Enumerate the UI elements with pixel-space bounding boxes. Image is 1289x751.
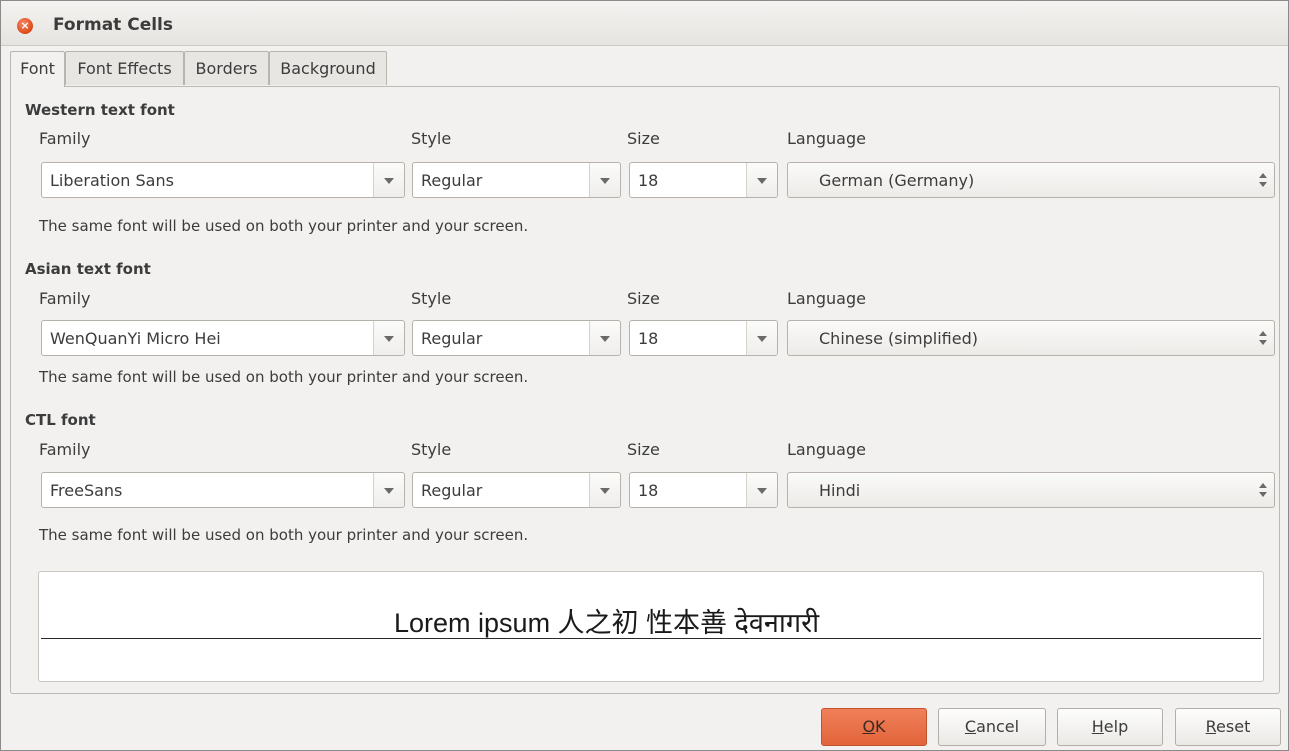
font-tab-panel: Western text font Family Style Size Lang…: [10, 86, 1280, 694]
ctl-style-dropdown[interactable]: [589, 473, 620, 507]
ctl-section-title: CTL font: [25, 411, 96, 429]
western-family-label: Family: [39, 129, 91, 148]
up-down-arrows-icon: [1258, 481, 1268, 499]
western-size-combo[interactable]: 18: [629, 162, 778, 198]
ctl-language-value: Hindi: [819, 481, 861, 500]
tab-borders[interactable]: Borders: [184, 51, 269, 85]
ctl-language-select[interactable]: Hindi: [787, 472, 1275, 508]
ctl-size-dropdown[interactable]: [746, 473, 777, 507]
preview-baseline: [41, 638, 1261, 639]
asian-style-label: Style: [411, 289, 452, 308]
western-size-value: 18: [638, 171, 659, 190]
tab-font-effects[interactable]: Font Effects: [65, 51, 184, 85]
chevron-down-icon: [384, 488, 394, 494]
asian-font-note: The same font will be used on both your …: [39, 368, 529, 386]
chevron-down-icon: [600, 178, 610, 184]
asian-size-dropdown[interactable]: [746, 321, 777, 355]
western-size-dropdown[interactable]: [746, 163, 777, 197]
help-button[interactable]: Help: [1057, 708, 1163, 746]
ctl-style-value: Regular: [421, 481, 483, 500]
asian-size-combo[interactable]: 18: [629, 320, 778, 356]
up-down-arrows-icon: [1258, 329, 1268, 347]
ctl-family-value: FreeSans: [50, 481, 123, 500]
asian-language-select[interactable]: Chinese (simplified): [787, 320, 1275, 356]
asian-style-combo[interactable]: Regular: [412, 320, 621, 356]
western-style-label: Style: [411, 129, 452, 148]
ctl-size-combo[interactable]: 18: [629, 472, 778, 508]
close-icon[interactable]: ×: [17, 18, 33, 34]
title-bar[interactable]: × Format Cells: [1, 1, 1288, 46]
preview-text: Lorem ipsum 人之初 性本善 देवनागरी: [392, 608, 822, 638]
asian-style-dropdown[interactable]: [589, 321, 620, 355]
up-down-arrows-icon: [1258, 171, 1268, 189]
asian-family-label: Family: [39, 289, 91, 308]
cancel-button[interactable]: Cancel: [938, 708, 1046, 746]
reset-button[interactable]: Reset: [1175, 708, 1281, 746]
ok-button[interactable]: OK: [821, 708, 927, 746]
asian-language-label: Language: [787, 289, 866, 308]
chevron-down-icon: [757, 178, 767, 184]
western-family-dropdown[interactable]: [373, 163, 404, 197]
western-language-label: Language: [787, 129, 866, 148]
font-preview-box: Lorem ipsum 人之初 性本善 देवनागरी: [38, 571, 1264, 682]
ctl-language-label: Language: [787, 440, 866, 459]
western-section-title: Western text font: [25, 101, 175, 119]
western-language-select[interactable]: German (Germany): [787, 162, 1275, 198]
asian-size-label: Size: [627, 289, 660, 308]
western-size-label: Size: [627, 129, 660, 148]
chevron-down-icon: [384, 336, 394, 342]
asian-style-value: Regular: [421, 329, 483, 348]
western-language-value: German (Germany): [819, 171, 975, 190]
chevron-down-icon: [757, 488, 767, 494]
tab-background[interactable]: Background: [269, 51, 387, 85]
western-style-dropdown[interactable]: [589, 163, 620, 197]
ctl-family-dropdown[interactable]: [373, 473, 404, 507]
ctl-family-combo[interactable]: FreeSans: [41, 472, 405, 508]
window-title: Format Cells: [53, 15, 173, 35]
ctl-size-value: 18: [638, 481, 659, 500]
chevron-down-icon: [384, 178, 394, 184]
chevron-down-icon: [757, 336, 767, 342]
tab-font[interactable]: Font: [10, 51, 65, 87]
asian-language-value: Chinese (simplified): [819, 329, 978, 348]
asian-family-combo[interactable]: WenQuanYi Micro Hei: [41, 320, 405, 356]
ctl-family-label: Family: [39, 440, 91, 459]
western-style-value: Regular: [421, 171, 483, 190]
ctl-size-label: Size: [627, 440, 660, 459]
asian-section-title: Asian text font: [25, 260, 151, 278]
ctl-style-label: Style: [411, 440, 452, 459]
chevron-down-icon: [600, 336, 610, 342]
western-style-combo[interactable]: Regular: [412, 162, 621, 198]
format-cells-dialog: × Format Cells Font Font Effects Borders…: [0, 0, 1289, 751]
ctl-font-note: The same font will be used on both your …: [39, 526, 529, 544]
western-family-value: Liberation Sans: [50, 171, 174, 190]
western-family-combo[interactable]: Liberation Sans: [41, 162, 405, 198]
ctl-style-combo[interactable]: Regular: [412, 472, 621, 508]
asian-family-dropdown[interactable]: [373, 321, 404, 355]
chevron-down-icon: [600, 488, 610, 494]
western-font-note: The same font will be used on both your …: [39, 217, 529, 235]
asian-family-value: WenQuanYi Micro Hei: [50, 329, 221, 348]
asian-size-value: 18: [638, 329, 659, 348]
